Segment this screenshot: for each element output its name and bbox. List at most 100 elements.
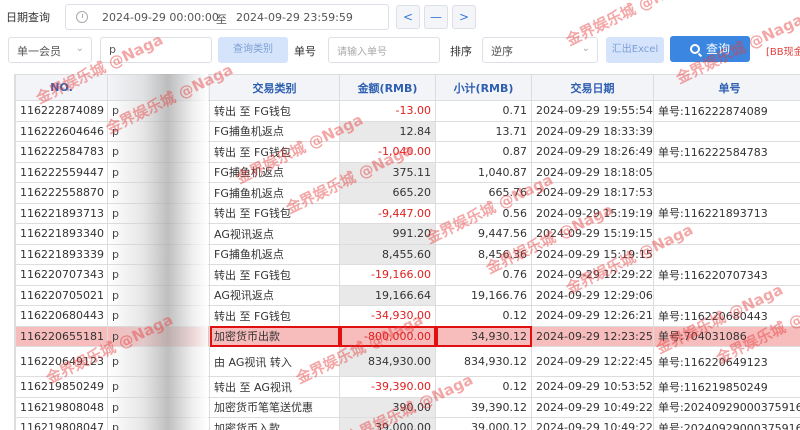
cell-date: 2024-09-29 18:17:53 (531, 182, 654, 204)
bb-cash-link[interactable]: [BB现金 (766, 43, 800, 58)
cell-order: 单号:116221893713 (653, 202, 800, 224)
cell-no: 116221893713 (15, 202, 108, 224)
cell-order: 单号:116219850249 (653, 376, 800, 398)
prev-day-button[interactable]: < (396, 5, 420, 29)
cell-date: 2024-09-29 15:19:19 (531, 202, 654, 224)
date-query-label: 日期查询 (6, 11, 50, 24)
member-account-input[interactable]: p (100, 37, 212, 63)
cell-account: p (107, 417, 210, 430)
table-row[interactable]: 116221893339 p FG捕鱼机返点 8,455.60 8,456.36 2024… (15, 243, 800, 265)
table-row[interactable]: 116219808047 p 加密货币入款 39,000.00 39,000.12 202… (15, 417, 800, 430)
cell-type: 由 AG视讯 转入 (209, 346, 340, 377)
cell-no: 116222604646 (15, 120, 108, 142)
cell-no: 116219850249 (15, 376, 108, 398)
cell-no: 116220680443 (15, 305, 108, 327)
cell-no: 116221893339 (15, 243, 108, 265)
table-row[interactable]: 116220655181 p 加密货币出款 -800,000.00 34,930.12 2… (15, 325, 800, 347)
cell-type: AG视讯返点 (209, 223, 340, 245)
cell-date: 2024-09-29 15:19:15 (531, 223, 654, 245)
cell-order: 单号:116220707343 (653, 264, 800, 286)
date-end-value[interactable]: 2024-09-29 23:59:59 (236, 11, 353, 24)
clock-icon (76, 11, 88, 23)
cell-account: p (107, 202, 210, 224)
column-header-amount[interactable]: 金额(RMB) (339, 74, 436, 101)
search-icon (689, 44, 700, 54)
cell-date: 2024-09-29 12:26:21 (531, 305, 654, 327)
table-row[interactable]: 116222584783 p 转出 至 FG钱包 -1,040.00 0.87 2024-… (15, 141, 800, 163)
table-row[interactable]: 116221893713 p 转出 至 FG钱包 -9,447.00 0.56 2024-… (15, 202, 800, 224)
cell-subtotal: 0.56 (435, 202, 532, 224)
cell-type: 加密货币入款 (209, 417, 340, 430)
cell-account: p (107, 284, 210, 306)
cell-date: 2024-09-29 18:33:39 (531, 120, 654, 142)
table-row[interactable]: 116220705021 p AG视讯返点 19,166.64 19,166.76 202… (15, 284, 800, 306)
column-header-date[interactable]: 交易日期 (531, 74, 654, 101)
cell-account: p (107, 396, 210, 418)
cell-account: p (107, 243, 210, 265)
table-row[interactable]: 116219850249 p 转出 至 AG视讯 -39,390.00 0.12 2024… (15, 376, 800, 398)
cell-subtotal: 0.12 (435, 376, 532, 398)
cell-no: 116219808048 (15, 396, 108, 418)
table-header-row: NO. 交易类别 金额(RMB) 小计(RMB) 交易日期 单号 (15, 74, 800, 101)
query-type-button[interactable]: 查询类别 (218, 37, 288, 63)
sort-order-select[interactable]: 逆序 ⌄ (482, 37, 598, 63)
today-button[interactable]: — (424, 5, 448, 29)
cell-subtotal: 39,390.12 (435, 396, 532, 418)
cell-order (653, 120, 800, 142)
cell-order (653, 223, 800, 245)
member-scope-value: 单一会员 (17, 45, 61, 58)
cell-amount: 19,166.64 (339, 284, 436, 306)
cell-account: p (107, 182, 210, 204)
next-day-button[interactable]: > (452, 5, 476, 29)
column-header-account (107, 74, 210, 101)
cell-subtotal: 0.87 (435, 141, 532, 163)
table-row[interactable]: 116222559447 p FG捕鱼机返点 375.11 1,040.87 2024-0… (15, 161, 800, 183)
cell-no: 116220705021 (15, 284, 108, 306)
date-range-picker[interactable]: 2024-09-29 00:00:00 至 2024-09-29 23:59:5… (65, 4, 389, 30)
date-start-value[interactable]: 2024-09-29 00:00:00 (102, 11, 219, 24)
table-row[interactable]: 116220680443 p 转出 至 FG钱包 -34,930.00 0.12 2024… (15, 305, 800, 327)
column-header-no[interactable]: NO. (15, 74, 108, 101)
cell-type: 转出 至 FG钱包 (209, 100, 340, 122)
column-header-type[interactable]: 交易类别 (209, 74, 340, 101)
column-header-subtotal[interactable]: 小计(RMB) (435, 74, 532, 101)
cell-subtotal: 0.76 (435, 264, 532, 286)
table-row[interactable]: 116220649123 p 由 AG视讯 转入 834,930.00 834,930.… (15, 346, 800, 377)
table-row[interactable]: 116219808048 p 加密货币笔笔送优惠 390.00 39,390.12 202… (15, 396, 800, 418)
cell-account: p (107, 120, 210, 142)
cell-account: p (107, 223, 210, 245)
cell-amount: 834,930.00 (339, 346, 436, 377)
table-row[interactable]: 116222558870 p FG捕鱼机返点 665.20 665.76 2024-09-… (15, 182, 800, 204)
table-row[interactable]: 116220707343 p 转出 至 FG钱包 -19,166.00 0.76 2024… (15, 264, 800, 286)
chevron-down-icon: ⌄ (75, 43, 84, 54)
table-row[interactable]: 116222874089 p 转出 至 FG钱包 -13.00 0.71 2024-09-… (15, 100, 800, 122)
cell-subtotal: 19,166.76 (435, 284, 532, 306)
order-number-input[interactable]: 请输入单号 (328, 37, 440, 63)
cell-type: 转出 至 FG钱包 (209, 141, 340, 163)
sort-label: 排序 (450, 45, 472, 58)
cell-date: 2024-09-29 10:49:22 (531, 396, 654, 418)
cell-amount: 390.00 (339, 396, 436, 418)
chevron-down-icon: ⌄ (581, 43, 590, 54)
member-scope-select[interactable]: 单一会员 ⌄ (8, 37, 92, 63)
table-row[interactable]: 116222604646 p FG捕鱼机返点 12.84 13.71 2024-09-29… (15, 120, 800, 142)
member-account-value: p (109, 43, 116, 56)
table-row[interactable]: 116221893340 p AG视讯返点 991.20 9,447.56 2024-09… (15, 223, 800, 245)
query-button[interactable]: 查询 (670, 36, 750, 62)
cell-type: 转出 至 FG钱包 (209, 202, 340, 224)
cell-no: 116222874089 (15, 100, 108, 122)
cell-date: 2024-09-29 12:29:22 (531, 264, 654, 286)
cell-no: 116221893340 (15, 223, 108, 245)
cell-account: p (107, 346, 210, 377)
column-header-order[interactable]: 单号 (653, 74, 800, 101)
cell-amount: -800,000.00 (339, 325, 436, 347)
cell-type: FG捕鱼机返点 (209, 120, 340, 142)
cell-type: 加密货币笔笔送优惠 (209, 396, 340, 418)
cell-amount: 12.84 (339, 120, 436, 142)
cell-order: 单号:116220649123 (653, 346, 800, 377)
export-excel-button[interactable]: 汇出Excel (606, 37, 664, 63)
cell-subtotal: 0.71 (435, 100, 532, 122)
query-button-label: 查询 (705, 42, 730, 56)
cell-date: 2024-09-29 18:26:49 (531, 141, 654, 163)
cell-amount: -19,166.00 (339, 264, 436, 286)
